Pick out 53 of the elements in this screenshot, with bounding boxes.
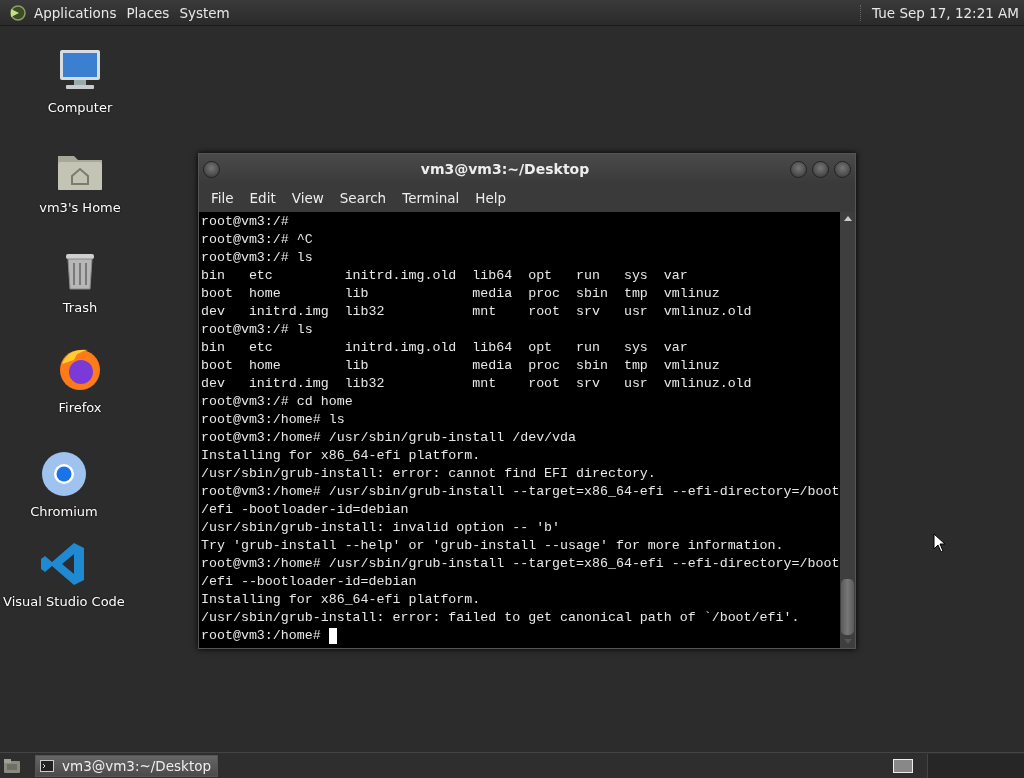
- terminal-line: boot home lib media proc sbin tmp vmlinuz: [201, 357, 720, 375]
- icon-label[interactable]: Chromium: [30, 504, 98, 519]
- terminal-line: dev initrd.img lib32 mnt root srv usr vmlinuz.old: [201, 303, 752, 321]
- menu-item[interactable]: Search: [331, 187, 395, 209]
- terminal-line: root@vm3:/home# /usr/sbin/grub-install --target=x86_64-efi --efi-directory=/boot: [201, 483, 840, 501]
- terminal-line: dev initrd.img lib32 mnt root srv usr vmlinuz.old: [201, 375, 752, 393]
- terminal-line: root@vm3:/home# /usr/sbin/grub-install --target=x86_64-efi --efi-directory=/boot: [201, 555, 840, 573]
- workspace-switcher[interactable]: [893, 758, 913, 773]
- terminal-line: root@vm3:/# ls: [201, 321, 313, 339]
- terminal-line: bin etc initrd.img.old lib64 opt run sys var: [201, 339, 688, 357]
- terminal-line: root@vm3:/# ^C: [201, 231, 313, 249]
- scroll-thumb[interactable]: [841, 579, 854, 635]
- icon-label[interactable]: vm3's Home: [39, 200, 121, 215]
- terminal-icon: [40, 759, 54, 772]
- terminal-line: /efi -bootloader-id=debian: [201, 501, 409, 519]
- terminal-line: root@vm3:/home# /usr/sbin/grub-install /dev/vda: [201, 429, 577, 447]
- panel-menu[interactable]: Places: [124, 2, 176, 23]
- icon-label[interactable]: Firefox: [58, 400, 102, 415]
- window-menu-button[interactable]: [203, 160, 220, 178]
- terminal-line: Installing for x86_64-efi platform.: [201, 591, 481, 609]
- terminal-line: root@vm3:/#: [201, 213, 289, 231]
- terminal-line: /usr/sbin/grub-install: invalid option -- 'b': [201, 519, 561, 537]
- terminal-line: Try 'grub-install --help' or 'grub-install --usage' for more information.: [201, 537, 784, 555]
- distro-logo-icon[interactable]: [8, 3, 26, 22]
- terminal-line: root@vm3:/# ls: [201, 249, 313, 267]
- terminal-line: Installing for x86_64-efi platform.: [201, 447, 481, 465]
- menu-item[interactable]: File: [203, 187, 242, 209]
- terminal-line: bin etc initrd.img.old lib64 opt run sys var: [201, 267, 688, 285]
- panel-menu[interactable]: Applications: [32, 2, 123, 23]
- menu-item[interactable]: Help: [467, 187, 515, 209]
- scroll-up-arrow[interactable]: [843, 216, 852, 221]
- clock[interactable]: Tue Sep 17, 12:21 AM: [872, 2, 1019, 23]
- menu-item[interactable]: Edit: [241, 187, 284, 209]
- icon-label[interactable]: Trash: [62, 300, 98, 315]
- panel-menu[interactable]: System: [177, 2, 236, 23]
- terminal-line: root@vm3:/home# ls: [201, 411, 345, 429]
- terminal-line: root@vm3:/home#: [201, 627, 322, 645]
- menu-item[interactable]: Terminal: [394, 187, 468, 209]
- mouse-pointer-icon: [933, 533, 947, 553]
- maximize-button[interactable]: [812, 160, 829, 178]
- show-desktop-icon[interactable]: [3, 757, 21, 774]
- terminal-line: /usr/sbin/grub-install: error: failed to get canonical path of `/boot/efi'.: [201, 609, 800, 627]
- icon-label[interactable]: Visual Studio Code: [3, 594, 125, 609]
- menu-item[interactable]: View: [283, 187, 332, 209]
- terminal-line: /usr/sbin/grub-install: error: cannot find EFI directory.: [201, 465, 656, 483]
- window-title: vm3@vm3:~/Desktop: [419, 161, 591, 177]
- icon-label[interactable]: Computer: [47, 100, 113, 115]
- terminal-line: root@vm3:/# cd home: [201, 393, 353, 411]
- minimize-button[interactable]: [790, 160, 807, 178]
- taskbar-button[interactable]: vm3@vm3:~/Desktop: [35, 754, 219, 777]
- close-button[interactable]: [834, 160, 851, 178]
- terminal-line: boot home lib media proc sbin tmp vmlinuz: [201, 285, 720, 303]
- terminal-line: /efi --bootloader-id=debian: [201, 573, 417, 591]
